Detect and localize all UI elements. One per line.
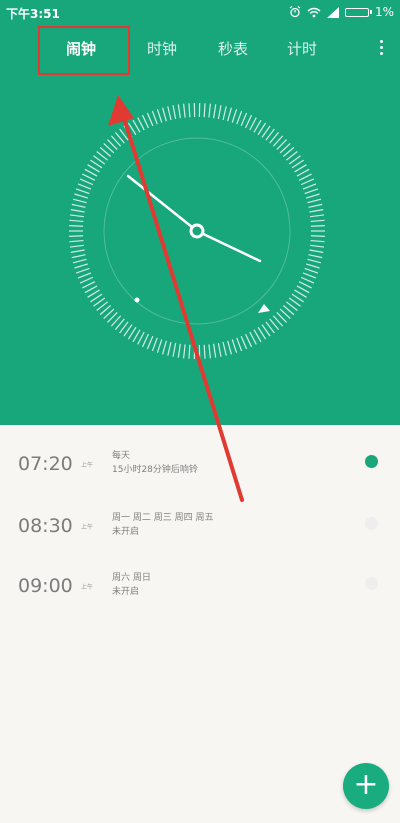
alarm-clock-icon — [289, 6, 301, 18]
clock-dot — [134, 297, 140, 303]
alarm-ampm: 上午 — [81, 584, 94, 591]
alarm-status: 15小时28分钟后响铃 — [112, 465, 198, 475]
signal-icon — [326, 6, 339, 18]
wifi-icon — [307, 7, 321, 17]
header-area: 下午3:51 1% 闹钟 时钟 秒表 计时 — [0, 0, 400, 425]
alarm-ampm: 上午 — [81, 462, 94, 469]
alarm-days: 周一 周二 周三 周四 周五 — [112, 513, 214, 523]
battery-level: 1% — [374, 5, 394, 19]
status-time: 下午3:51 — [6, 7, 60, 21]
annotation-box — [38, 26, 130, 75]
alarm-days: 每天 — [112, 451, 131, 461]
alarm-time: 07:20 — [18, 453, 73, 475]
status-bar: 下午3:51 1% — [0, 0, 400, 26]
alarm-toggle[interactable] — [365, 517, 378, 530]
tab-stopwatch[interactable]: 秒表 — [218, 38, 248, 59]
alarm-list: 07:20 上午 每天 15小时28分钟后响铃 08:30 上午 周一 周二 周… — [0, 425, 400, 823]
clock-face — [69, 103, 325, 359]
battery-icon — [344, 7, 372, 17]
alarm-status: 未开启 — [112, 587, 140, 597]
alarm-ampm: 上午 — [81, 524, 94, 531]
more-vert-icon[interactable] — [380, 40, 384, 58]
alarm-item[interactable]: 07:20 上午 每天 15小时28分钟后响铃 — [0, 443, 400, 503]
add-alarm-button[interactable]: + — [343, 763, 389, 809]
clock-center — [189, 223, 205, 239]
alarm-toggle[interactable] — [365, 455, 378, 468]
alarm-item[interactable]: 08:30 上午 周一 周二 周三 周四 周五 未开启 — [0, 505, 400, 565]
plus-icon: + — [353, 767, 379, 802]
alarm-toggle[interactable] — [365, 577, 378, 590]
clock-triangle-marker — [258, 304, 270, 313]
clock-hand-short — [195, 229, 262, 263]
alarm-time: 08:30 — [18, 515, 73, 537]
status-icons: 1% — [289, 5, 394, 19]
alarm-status: 未开启 — [112, 527, 140, 537]
tab-timer[interactable]: 计时 — [287, 38, 317, 59]
tab-clock[interactable]: 时钟 — [147, 38, 177, 59]
alarm-days: 周六 周日 — [112, 573, 151, 583]
alarm-item[interactable]: 09:00 上午 周六 周日 未开启 — [0, 565, 400, 625]
alarm-time: 09:00 — [18, 575, 73, 597]
clock-hand-long — [126, 174, 199, 233]
